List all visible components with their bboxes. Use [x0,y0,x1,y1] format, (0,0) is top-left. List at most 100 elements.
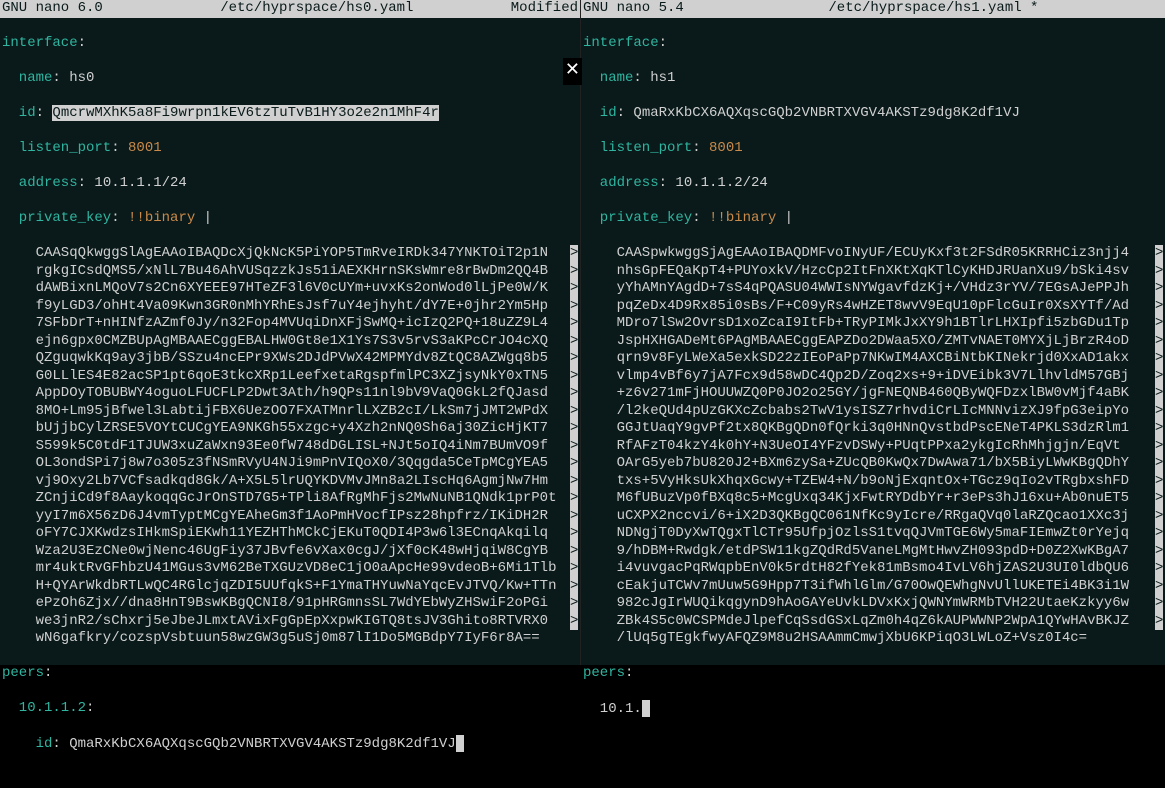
binary-key-line: bUjjbCylZRSE5VOYtCUCgYEA9NKGh55xzgc+y4Xz… [2,420,578,438]
private-key-block-right: CAASpwkwggSjAgEAAoIBAQDMFvoINyUF/ECUyKxf… [583,245,1163,648]
binary-key-line: CAASqQkwggSlAgEAAoIBAQDcXjQkNcK5PiYOP5Tm… [2,245,578,263]
line-truncated-icon: > [570,420,578,438]
line-truncated-icon: > [1155,315,1163,333]
line-truncated-icon: > [570,245,578,263]
line-truncated-icon: > [1155,490,1163,508]
line-truncated-icon: > [1155,420,1163,438]
binary-key-line: ZCnjiCd9f8AaykoqqGcJrOnSTD7G5+TPli8AfRgM… [2,490,578,508]
yaml-binary-tag: !!binary [709,210,776,226]
yaml-binary-tag: !!binary [128,210,195,226]
binary-key-line: G0LLlES4E82acSP1pt6qoE3tkcXRp1LeefxetaRg… [2,368,578,386]
yaml-key-id: id [19,105,36,121]
yaml-key-interface: interface [583,35,659,51]
titlebar-right: GNU nano 5.4 /etc/hyprspace/hs1.yaml * [581,0,1165,18]
yaml-val-address: 10.1.1.1/24 [94,175,186,191]
line-truncated-icon: > [1155,298,1163,316]
yaml-key-address: address [600,175,659,191]
line-truncated-icon: > [570,403,578,421]
line-truncated-icon: > [570,613,578,631]
binary-key-line: 9/hDBM+Rwdgk/etdPSW11kgZQdRd5VaneLMgMtHw… [583,543,1163,561]
line-truncated-icon: > [1155,473,1163,491]
yaml-key-private-key: private_key [600,210,692,226]
binary-key-line: OL3ondSPi7j8w7o305z3fNSmRVyU4NJi9mPnVIQo… [2,455,578,473]
binary-key-line: txs+5VyHksUkXhqxGcwy+TZEW4+N/b9oNjExqntO… [583,473,1163,491]
line-truncated-icon: > [1155,613,1163,631]
editor-content-right[interactable]: interface: name: hs1 id: QmaRxKbCX6AQXqs… [581,18,1165,754]
binary-key-line: +z6v271mFjHOUUWZQ0P0JO2o25GY/jgFNEQNB460… [583,385,1163,403]
binary-key-line: Wza2U3EzCNe0wjNenc46UgFiy37JBvfe6vXax0cg… [2,543,578,561]
binary-key-line: 7SFbDrT+nHINfzAZmf0Jy/n32Fop4MVUqiDnXFjS… [2,315,578,333]
binary-key-line: i4vuvgacPqRWqpbEnV0k5rdtH82fYek81mBsmo4I… [583,560,1163,578]
yaml-val-listen-port: 8001 [128,140,162,156]
line-truncated-icon: > [570,508,578,526]
binary-key-line: /lUq5gTEgkfwyAFQZ9M8u2HSAAmmCmwjXbU6KPiq… [583,630,1163,648]
binary-key-line: M6fUBuzVp0fBXq8c5+McgUxq34KjxFwtRYDdbYr+… [583,490,1163,508]
binary-key-line: GGJtUaqY9gvPf2tx8QKBgQDn0fQrki3q0HNnQvst… [583,420,1163,438]
binary-key-line: oFY7CJXKwdzsIHkmSpiEKwh11YEZHThMCkCjEKuT… [2,525,578,543]
line-truncated-icon: > [1155,543,1163,561]
private-key-block-left: CAASqQkwggSlAgEAAoIBAQDcXjQkNcK5PiYOP5Tm… [2,245,578,648]
binary-key-line: mr4uktRvGFhbzU41MGus3vM62BeTXGUzVD8eC1jO… [2,560,578,578]
close-icon[interactable]: ✕ [563,58,582,85]
file-path: /etc/hyprspace/hs1.yaml * [744,0,1123,18]
line-truncated-icon: > [570,525,578,543]
binary-key-line: pqZeDx4D9Rx85i0sBs/F+C09yRs4wHZET8wvV9Eq… [583,298,1163,316]
binary-key-line: rgkgICsdQMS5/xNlL7Bu46AhVUSqzzkJs51iAEXK… [2,263,578,281]
binary-key-line: cEakjuTCWv7mUuw5G9Hpp7T3ifWhlGlm/G70OwQE… [583,578,1163,596]
binary-key-line: wN6gafkry/cozspVsbtuun58wzGW3g5uSj0m87lI… [2,630,578,648]
binary-key-line: ejn6gpx0CMZBUpAgMBAAECggEBALHW0Gt8e1X1Ys… [2,333,578,351]
line-truncated-icon: > [1155,350,1163,368]
line-truncated-icon: > [1155,263,1163,281]
binary-key-line: MDro7lSw2OvrsD1xoZcaI9ItFb+TRyPIMkJxXY9h… [583,315,1163,333]
file-path: /etc/hyprspace/hs0.yaml [163,0,471,18]
line-truncated-icon: > [1155,560,1163,578]
line-truncated-icon: > [570,315,578,333]
line-truncated-icon: > [570,280,578,298]
yaml-val-id: QmaRxKbCX6AQXqscGQb2VNBRTXVGV4AKSTz9dg8K… [633,105,1019,121]
binary-key-line: S599k5C0tdF1TJUW3xuZaWxn93Ee0fW748dDGLIS… [2,438,578,456]
yaml-val-listen-port: 8001 [709,140,743,156]
nano-version: GNU nano 5.4 [583,0,744,18]
line-truncated-icon: > [1155,385,1163,403]
yaml-val-name: hs1 [650,70,675,86]
binary-key-line: /l2keQUd4pUzGKXcZcbabs2TwV1ysISZ7rhvdiCr… [583,403,1163,421]
yaml-key-private-key: private_key [19,210,111,226]
yaml-key-listen-port: listen_port [600,140,692,156]
binary-key-line: vj9Oxy2Lb7VCfsadkqd8Gk/A+X5L5lrUQYKDVMvJ… [2,473,578,491]
binary-key-line: yyI7m6X56zD6J4vmTyptMCgYEAheGm3f1AoPmHVo… [2,508,578,526]
line-truncated-icon: > [1155,595,1163,613]
binary-key-line: JspHXHGADeMt6PAgMBAAECggEAPZDo2DWaa5XO/Z… [583,333,1163,351]
line-truncated-icon: > [570,473,578,491]
binary-key-line: NDNgjT0DyXwTQgxTlCTr95UfpjOzlsS1tvqQJVmT… [583,525,1163,543]
yaml-val-id-highlighted: QmcrwMXhK5a8Fi9wrpn1kEV6tzTuTvB1HY3o2e2n… [52,105,438,121]
titlebar-left: GNU nano 6.0 /etc/hyprspace/hs0.yaml Mod… [0,0,580,18]
binary-key-line: QZguqwkKq9ay3jbB/SSzu4ncEPr9XWs2DJdPVwX4… [2,350,578,368]
editor-content-left[interactable]: interface: name: hs0 id: QmcrwMXhK5a8Fi9… [0,18,580,788]
line-truncated-icon: > [570,578,578,596]
yaml-val-name: hs0 [69,70,94,86]
binary-key-line: uCXPX2nccvi/6+iX2D3QKBgQC061NfKc9yIcre/R… [583,508,1163,526]
yaml-key-name: name [19,70,53,86]
line-truncated-icon: > [570,595,578,613]
binary-key-line: H+QYArWkdbRTLwQC4RGlcjqZDI5UUfqkS+F1YmaT… [2,578,578,596]
binary-key-line: dAWBixnLMQoV7s2Cn6XYEEE97HTeZF3l6V0cUYm+… [2,280,578,298]
yaml-key-peer-ip: 10.1.1.2 [19,700,86,716]
line-truncated-icon: > [570,560,578,578]
nano-version: GNU nano 6.0 [2,0,163,18]
binary-key-line: nhsGpFEQaKpT4+PUYoxkV/HzcCp2ItFnXKtXqKTl… [583,263,1163,281]
binary-key-line: yYhAMnYAgdD+7sS4qPQASU04WWIsNYWgavfdzKj+… [583,280,1163,298]
binary-key-line: qrn9v8FyLWeXa5exkSD22zIEoPaPp7NKwIM4AXCB… [583,350,1163,368]
binary-key-line: RfAFzT04kzY4k0hY+N3UeOI4YFzvDSWy+PUqtPPx… [583,438,1163,456]
line-truncated-icon: > [1155,280,1163,298]
line-truncated-icon: > [1155,245,1163,263]
yaml-key-peers: peers [2,665,44,681]
editor-pane-right: GNU nano 5.4 /etc/hyprspace/hs1.yaml * i… [581,0,1165,665]
yaml-key-address: address [19,175,78,191]
line-truncated-icon: > [1155,403,1163,421]
binary-key-line: AppDOyTOBUBWY4oguoLFUCFLP2Dwt3Ath/h9QPs1… [2,385,578,403]
yaml-key-name: name [600,70,634,86]
line-truncated-icon: > [1155,438,1163,456]
binary-key-line: ZBk4S5c0WCSPMdeJlpefCqSsdGSxLqZm0h4qZ6kA… [583,613,1163,631]
line-truncated-icon: > [570,543,578,561]
line-truncated-icon: > [570,368,578,386]
